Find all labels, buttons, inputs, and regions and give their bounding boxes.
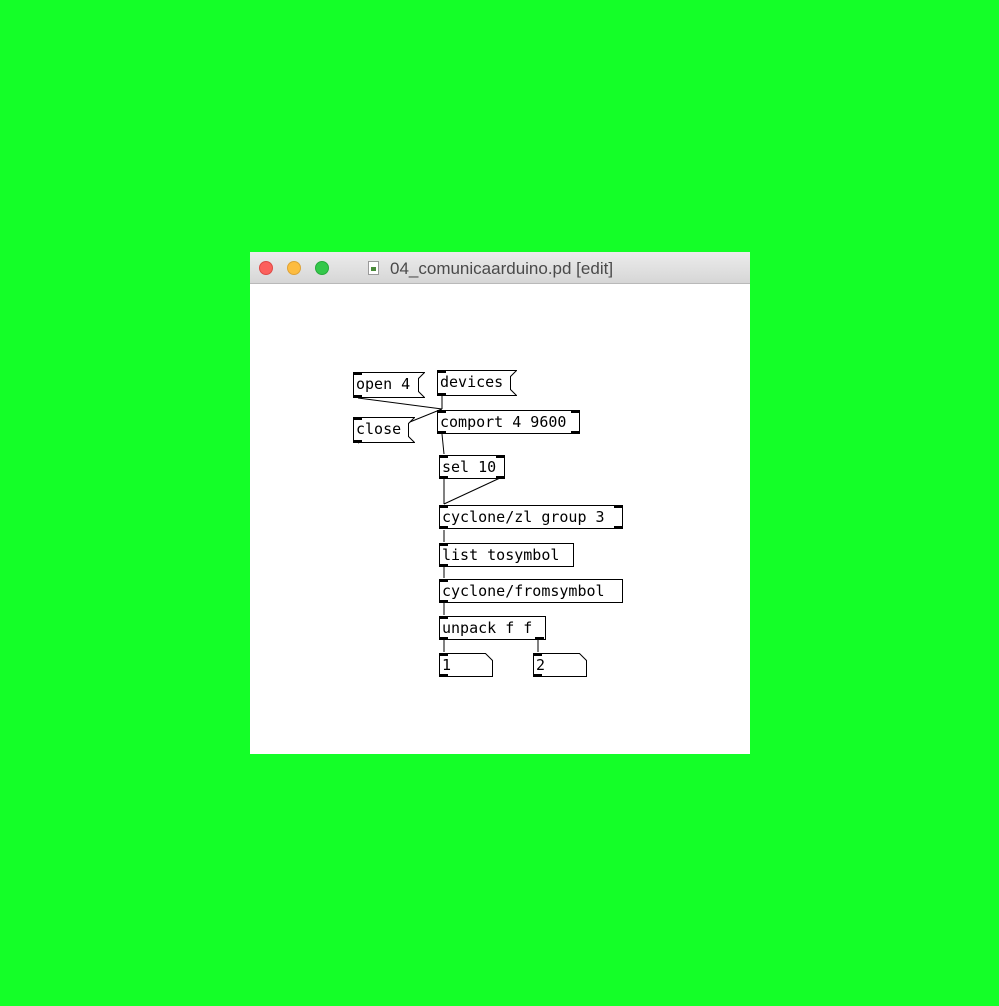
inlet[interactable]: [439, 543, 448, 546]
inlet[interactable]: [437, 410, 446, 413]
minimize-window-button[interactable]: [287, 261, 301, 275]
comport-object[interactable]: comport 4 9600: [437, 410, 580, 434]
close-message[interactable]: close: [353, 417, 415, 443]
list-tosymbol-object-label: list tosymbol: [442, 546, 560, 564]
inlet[interactable]: [496, 455, 505, 458]
inlet[interactable]: [353, 372, 362, 375]
outlet[interactable]: [571, 431, 580, 434]
inlet[interactable]: [614, 505, 623, 508]
outlet[interactable]: [439, 526, 448, 529]
inlet[interactable]: [437, 370, 446, 373]
inlet[interactable]: [353, 417, 362, 420]
sel-object[interactable]: sel 10: [439, 455, 505, 479]
open-message-label: open 4: [356, 375, 411, 393]
outlet[interactable]: [439, 674, 448, 677]
close-window-button[interactable]: [259, 261, 273, 275]
open-message[interactable]: open 4: [353, 372, 425, 398]
list-tosymbol-object[interactable]: list tosymbol: [439, 543, 574, 567]
inlet[interactable]: [571, 410, 580, 413]
inlet[interactable]: [439, 616, 448, 619]
document-icon: [368, 261, 379, 275]
outlet[interactable]: [535, 637, 544, 640]
pd-patch-window: 04_comunicaarduino.pd [edit] open 4 clos…: [250, 252, 750, 754]
outlet[interactable]: [353, 440, 362, 443]
inlet[interactable]: [439, 505, 448, 508]
inlet[interactable]: [439, 653, 448, 656]
fromsymbol-object-label: cyclone/fromsymbol: [442, 582, 605, 600]
unpack-object[interactable]: unpack f f: [439, 616, 546, 640]
cord-open-to-comport: [357, 397, 443, 410]
outlet[interactable]: [496, 476, 505, 479]
number-box-2[interactable]: 2: [533, 653, 587, 677]
inlet[interactable]: [439, 455, 448, 458]
outlet[interactable]: [439, 600, 448, 603]
close-message-label: close: [356, 420, 402, 438]
cord-comport-to-sel: [441, 433, 445, 455]
zl-group-object[interactable]: cyclone/zl group 3: [439, 505, 623, 529]
title-bar[interactable]: 04_comunicaarduino.pd [edit]: [250, 252, 750, 284]
number-box-1[interactable]: 1: [439, 653, 493, 677]
outlet[interactable]: [437, 393, 446, 396]
sel-object-label: sel 10: [442, 458, 497, 476]
comport-object-label: comport 4 9600: [440, 413, 567, 431]
cord-sel-right-to-zl: [443, 477, 501, 505]
patch-canvas[interactable]: open 4 close devices comport 4 9600 sel …: [250, 284, 750, 754]
inlet[interactable]: [439, 579, 448, 582]
outlet[interactable]: [353, 395, 362, 398]
unpack-object-label: unpack f f: [442, 619, 533, 637]
window-title: 04_comunicaarduino.pd [edit]: [390, 259, 614, 278]
outlet[interactable]: [439, 637, 448, 640]
outlet[interactable]: [533, 674, 542, 677]
outlet[interactable]: [439, 564, 448, 567]
outlet[interactable]: [437, 431, 446, 434]
zl-group-object-label: cyclone/zl group 3: [442, 508, 605, 526]
zoom-window-button[interactable]: [315, 261, 329, 275]
inlet[interactable]: [533, 653, 542, 656]
devices-message-label: devices: [440, 373, 504, 391]
fromsymbol-object[interactable]: cyclone/fromsymbol: [439, 579, 623, 603]
outlet[interactable]: [614, 526, 623, 529]
devices-message[interactable]: devices: [437, 370, 517, 396]
outlet[interactable]: [439, 476, 448, 479]
